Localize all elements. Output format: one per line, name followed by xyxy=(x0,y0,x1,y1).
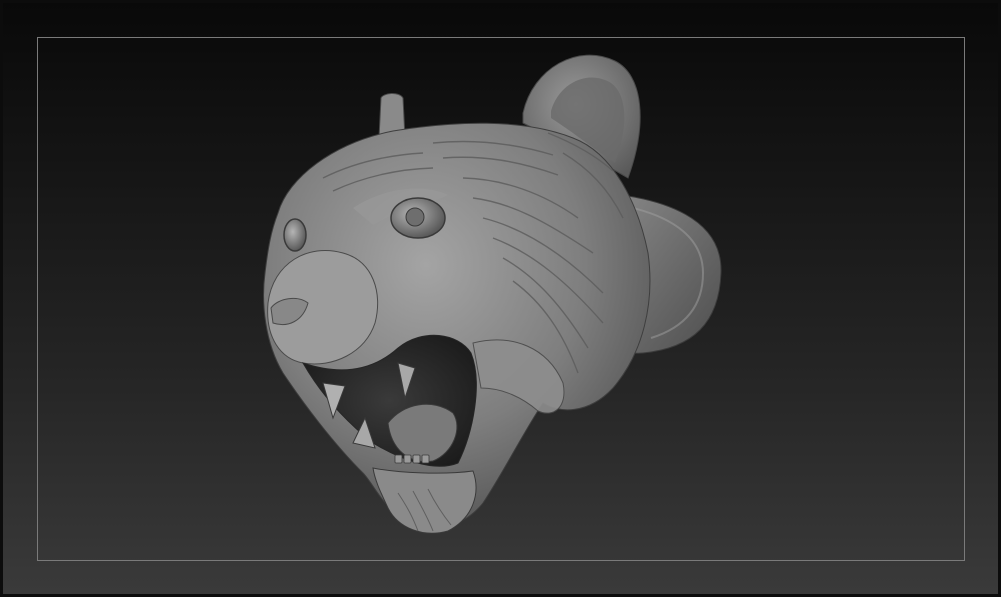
lower-jaw xyxy=(372,467,477,534)
tiger-ring-model[interactable] xyxy=(3,3,998,594)
right-eye-pupil xyxy=(405,207,425,227)
canvas-viewport[interactable] xyxy=(0,0,1001,597)
left-eye xyxy=(283,218,307,252)
